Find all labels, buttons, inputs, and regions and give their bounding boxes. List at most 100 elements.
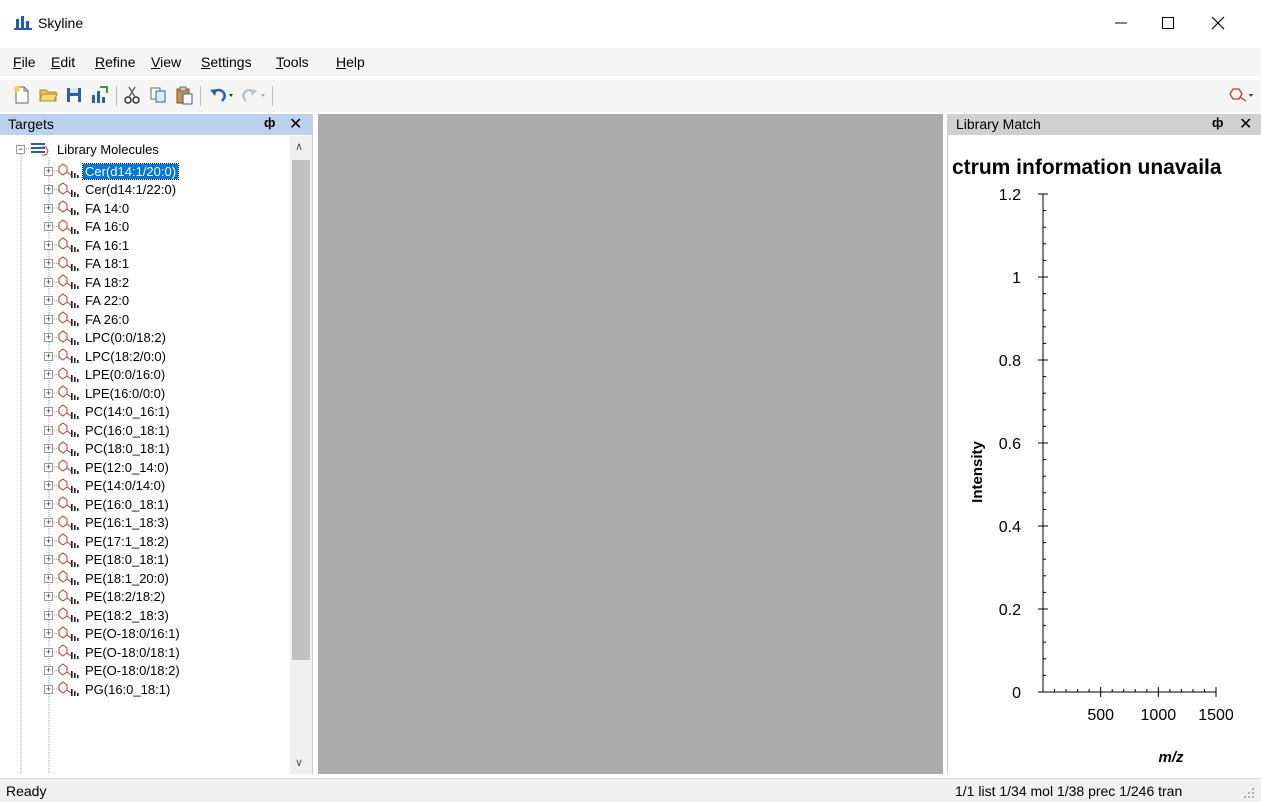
expand-icon[interactable]: + <box>44 592 53 601</box>
tree-item-molecule[interactable]: + FA 22:0 <box>44 292 131 310</box>
tree-item-label: Cer(d14:1/20:0) <box>81 162 180 180</box>
save-icon[interactable] <box>64 85 84 105</box>
tree-item-label: PC(14:0_16:1) <box>85 404 170 419</box>
tree-item-molecule[interactable]: + PE(17:1_18:2) <box>44 532 171 550</box>
tree-item-molecule[interactable]: + FA 16:0 <box>44 218 131 236</box>
tree-item-molecule[interactable]: + PC(16:0_18:1) <box>44 421 172 439</box>
tree-item-molecule[interactable]: + Cer(d14:1/20:0) <box>44 162 180 180</box>
tree-item-molecule[interactable]: + PE(18:2/18:2) <box>44 588 167 606</box>
close-panel-icon[interactable]: ✕ <box>289 114 302 134</box>
close-icon <box>1211 16 1225 30</box>
expand-icon[interactable]: + <box>44 203 53 213</box>
menu-file[interactable]: File <box>13 54 36 70</box>
tree-item-molecule[interactable]: + Cer(d14:1/22:0) <box>44 181 178 199</box>
expand-icon[interactable]: + <box>44 536 53 546</box>
expand-icon[interactable]: + <box>44 444 53 453</box>
tree-item-molecule[interactable]: + PE(16:1_18:3) <box>44 514 171 532</box>
expand-icon[interactable]: + <box>44 610 53 620</box>
expand-icon[interactable]: + <box>44 370 53 379</box>
collapse-icon[interactable]: − <box>16 144 25 154</box>
maximize-button[interactable] <box>1145 0 1191 46</box>
undo-icon[interactable] <box>208 85 236 105</box>
close-window-button[interactable] <box>1195 0 1241 46</box>
expand-icon[interactable]: + <box>44 277 53 287</box>
cut-icon[interactable] <box>122 85 142 105</box>
tree-item-label: PE(O-18:0/16:1) <box>85 626 180 641</box>
tree-root-library-molecules[interactable]: − Library Molecules <box>16 140 161 158</box>
tree-item-molecule[interactable]: + PE(18:1_20:0) <box>44 569 171 587</box>
tree-item-label: PE(O-18:0/18:2) <box>85 663 180 678</box>
menu-refine[interactable]: Refine <box>95 54 135 70</box>
expand-icon[interactable]: + <box>44 481 53 490</box>
tree-item-molecule[interactable]: + FA 16:1 <box>44 236 131 254</box>
expand-icon[interactable]: + <box>44 240 53 250</box>
menu-edit[interactable]: Edit <box>51 54 75 70</box>
import-icon[interactable] <box>90 85 110 105</box>
expand-icon[interactable]: + <box>44 425 53 435</box>
pin-icon[interactable]: ф <box>1212 115 1223 130</box>
tree-item-molecule[interactable]: + PE(O-18:0/16:1) <box>44 625 182 643</box>
expand-icon[interactable]: + <box>44 684 53 694</box>
tree-item-molecule[interactable]: + FA 18:1 <box>44 255 131 273</box>
molecule-mode-icon[interactable] <box>1228 85 1256 105</box>
pin-icon[interactable]: ф <box>264 115 275 130</box>
copy-icon[interactable] <box>148 85 168 105</box>
expand-icon[interactable]: + <box>44 666 53 675</box>
expand-icon[interactable]: + <box>44 573 53 583</box>
tree-item-molecule[interactable]: + PC(18:0_18:1) <box>44 440 172 458</box>
molecule-icon <box>58 181 79 197</box>
resize-grip-icon[interactable] <box>1240 785 1256 799</box>
open-folder-icon[interactable] <box>38 85 58 105</box>
tree-item-molecule[interactable]: + LPC(18:2/0:0) <box>44 347 168 365</box>
new-document-icon[interactable] <box>12 85 32 105</box>
tree-item-molecule[interactable]: + PG(16:0_18:1) <box>44 680 172 698</box>
chart-x-axis-label: m/z <box>1158 749 1184 766</box>
expand-icon[interactable]: + <box>44 166 53 176</box>
tree-item-molecule[interactable]: + PE(O-18:0/18:1) <box>44 643 182 661</box>
targets-tree[interactable]: − Library Molecules + Cer(d14:1/20:0) + Cer… <box>0 136 290 774</box>
molecule-icon <box>58 588 79 604</box>
tree-item-molecule[interactable]: + PE(16:0_18:1) <box>44 495 171 513</box>
tree-item-molecule[interactable]: + LPE(16:0/0:0) <box>44 384 167 402</box>
expand-icon[interactable]: + <box>44 629 53 638</box>
expand-icon[interactable]: + <box>44 351 53 361</box>
expand-icon[interactable]: + <box>44 333 53 342</box>
expand-icon[interactable]: + <box>44 407 53 416</box>
tree-item-molecule[interactable]: + LPE(0:0/16:0) <box>44 366 167 384</box>
expand-icon[interactable]: + <box>44 462 53 472</box>
expand-icon[interactable]: + <box>44 647 53 657</box>
expand-icon[interactable]: + <box>44 222 53 231</box>
expand-icon[interactable]: + <box>44 388 53 398</box>
tree-item-molecule[interactable]: + PE(18:2_18:3) <box>44 606 171 624</box>
tree-item-molecule[interactable]: + LPC(0:0/18:2) <box>44 329 168 347</box>
tree-item-molecule[interactable]: + FA 14:0 <box>44 199 131 217</box>
redo-icon[interactable] <box>240 85 268 105</box>
targets-vertical-scrollbar[interactable]: ∧ ∨ <box>290 136 312 774</box>
tree-item-molecule[interactable]: + PE(14:0/14:0) <box>44 477 167 495</box>
tree-item-molecule[interactable]: + PE(12:0_14:0) <box>44 458 171 476</box>
minimize-button[interactable] <box>1098 0 1144 46</box>
tree-item-molecule[interactable]: + PC(14:0_16:1) <box>44 403 172 421</box>
expand-icon[interactable]: + <box>44 555 53 564</box>
expand-icon[interactable]: + <box>44 296 53 305</box>
scrollbar-thumb[interactable] <box>292 160 310 660</box>
expand-icon[interactable]: + <box>44 499 53 509</box>
close-panel-icon[interactable]: ✕ <box>1239 114 1252 134</box>
scroll-up-icon[interactable]: ∧ <box>295 140 303 153</box>
tree-item-molecule[interactable]: + PE(O-18:0/18:2) <box>44 662 182 680</box>
expand-icon[interactable]: + <box>44 259 53 268</box>
menu-help[interactable]: Help <box>336 54 365 70</box>
tree-item-molecule[interactable]: + FA 26:0 <box>44 310 131 328</box>
expand-icon[interactable]: + <box>44 185 53 194</box>
menu-settings[interactable]: Settings <box>201 54 252 70</box>
menu-tools[interactable]: Tools <box>276 54 309 70</box>
tree-item-molecule[interactable]: + PE(18:0_18:1) <box>44 551 171 569</box>
expand-icon[interactable]: + <box>44 518 53 527</box>
tree-item-label: PE(18:1_20:0) <box>85 570 169 586</box>
molecule-icon <box>58 514 79 530</box>
menu-view[interactable]: View <box>151 54 181 70</box>
scroll-down-icon[interactable]: ∨ <box>295 756 303 769</box>
expand-icon[interactable]: + <box>44 314 53 324</box>
paste-icon[interactable] <box>174 85 194 105</box>
tree-item-molecule[interactable]: + FA 18:2 <box>44 273 131 291</box>
